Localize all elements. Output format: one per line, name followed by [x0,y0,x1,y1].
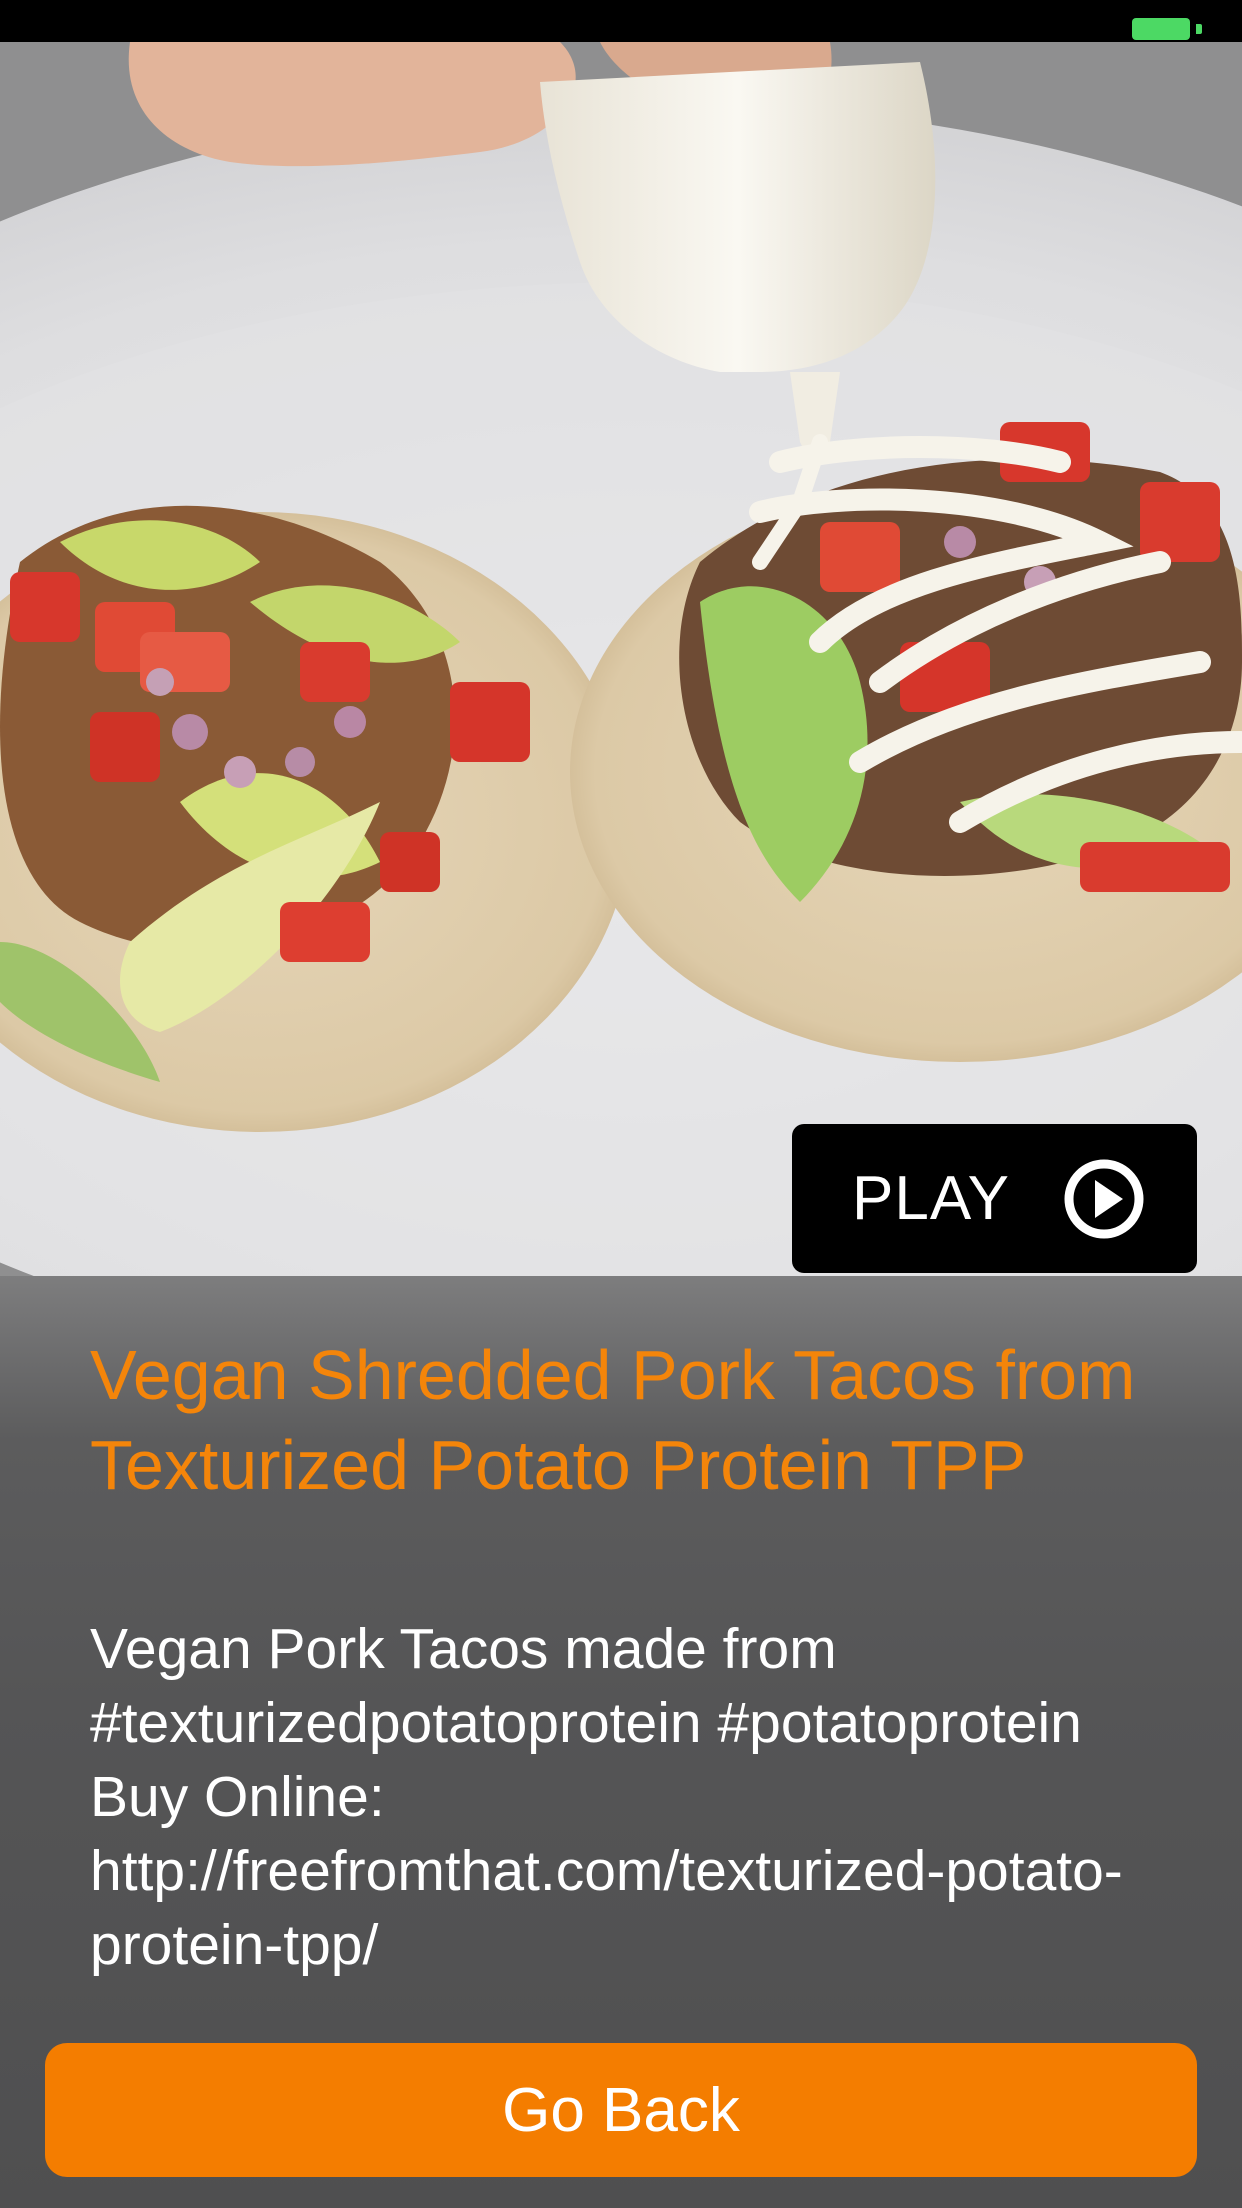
battery-cap [1196,24,1202,34]
play-button[interactable]: PLAY [792,1124,1197,1273]
tacos-image [0,42,1242,1276]
video-description: Vegan Pork Tacos made from #texturizedpo… [90,1617,1123,1977]
go-back-button[interactable]: Go Back [45,2043,1197,2177]
status-bar [0,0,1242,42]
video-thumbnail[interactable]: PLAY [0,42,1242,1276]
play-circle-icon [1064,1159,1144,1238]
play-label: PLAY [852,1164,1010,1233]
battery-icon [1132,18,1190,40]
video-detail-screen: PLAY Vegan Shredded Pork Tacos from Text… [0,0,1242,2208]
video-title: Vegan Shredded Pork Tacos from Texturize… [90,1336,1136,1504]
